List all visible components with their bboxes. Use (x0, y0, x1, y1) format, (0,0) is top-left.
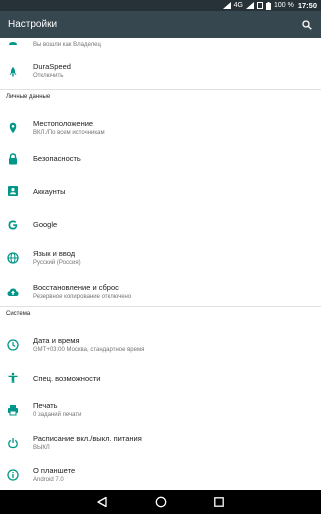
settings-item-security-title: Безопасность (33, 154, 81, 163)
rocket-icon (6, 65, 20, 79)
settings-item-accessibility[interactable]: Спец. возможности (0, 363, 321, 395)
settings-item-language-subtitle: Русский (Россия) (33, 260, 81, 266)
section-header-system: Система (6, 311, 31, 317)
accessibility-icon (6, 371, 20, 385)
settings-item-about-title: О планшете (33, 466, 76, 475)
navigation-bar (0, 490, 321, 514)
settings-item-backup-subtitle: Резервное копирование отключено (33, 294, 132, 300)
settings-item-users[interactable]: Вы вошли как Владелец (0, 38, 321, 53)
google-icon (6, 218, 20, 232)
settings-item-printing[interactable]: Печать 0 заданий печати (0, 394, 321, 426)
settings-item-location-title: Местоположение (33, 119, 94, 128)
settings-item-power-schedule-subtitle: ВЫКЛ (33, 445, 50, 451)
network-type: 4G (233, 2, 243, 9)
settings-item-datetime-subtitle: GMT+03:00 Москва, стандартное время (33, 347, 145, 353)
search-icon[interactable] (301, 19, 313, 31)
settings-item-google[interactable]: Google (0, 209, 321, 241)
settings-item-security[interactable]: Безопасность (0, 144, 321, 176)
location-icon (6, 121, 20, 135)
recents-icon[interactable] (212, 495, 226, 509)
printer-icon (6, 403, 20, 417)
account-icon (6, 184, 20, 198)
globe-icon (6, 251, 20, 265)
settings-item-about[interactable]: О планшете Android 7.0 (0, 461, 321, 490)
settings-item-datetime-title: Дата и время (33, 336, 80, 345)
settings-item-duraspeed-subtitle: Отключить (33, 73, 64, 79)
section-divider (0, 306, 321, 307)
user-icon (6, 38, 20, 48)
settings-item-accessibility-title: Спец. возможности (33, 374, 101, 383)
settings-list: Вы вошли как Владелец DuraSpeed Отключит… (0, 38, 321, 490)
settings-item-language[interactable]: Язык и ввод Русский (Россия) (0, 243, 321, 275)
settings-item-power-schedule-title: Расписание вкл./выкл. питания (33, 434, 142, 443)
settings-item-accounts[interactable]: Аккаунты (0, 176, 321, 208)
app-bar: Настройки (0, 11, 321, 38)
power-icon (6, 436, 20, 450)
signal-icon-2 (245, 2, 254, 9)
signal-icon (222, 2, 231, 9)
info-icon (6, 468, 20, 482)
settings-item-location-subtitle: ВКЛ./По всем источникам (33, 130, 105, 136)
settings-item-google-title: Google (33, 220, 58, 229)
settings-item-datetime[interactable]: Дата и время GMT+03:00 Москва, стандартн… (0, 328, 321, 362)
settings-item-power-schedule[interactable]: Расписание вкл./выкл. питания ВЫКЛ (0, 428, 321, 460)
settings-item-users-subtitle: Вы вошли как Владелец (33, 42, 101, 48)
status-bar: 4G 100 % 17:50 (0, 0, 321, 11)
battery-percent: 100 % (273, 2, 294, 9)
cloud-upload-icon (6, 285, 20, 299)
clock-icon (6, 338, 20, 352)
back-icon[interactable] (95, 495, 109, 509)
settings-item-backup[interactable]: Восстановление и сброс Резервное копиров… (0, 277, 321, 309)
settings-item-backup-title: Восстановление и сброс (33, 283, 119, 292)
lock-icon (6, 152, 20, 166)
section-divider (0, 89, 321, 90)
page-title: Настройки (8, 19, 58, 30)
settings-item-accounts-title: Аккаунты (33, 187, 66, 196)
section-header-personal: Личные данные (6, 94, 51, 100)
settings-item-printing-subtitle: 0 заданий печати (33, 412, 82, 418)
home-icon[interactable] (154, 495, 168, 509)
settings-item-duraspeed-title: DuraSpeed (33, 62, 71, 71)
settings-item-about-subtitle: Android 7.0 (33, 477, 64, 483)
clock-time: 17:50 (297, 1, 317, 10)
sim-icon (256, 2, 263, 9)
settings-item-duraspeed[interactable]: DuraSpeed Отключить (0, 54, 321, 84)
battery-icon (265, 1, 271, 10)
settings-item-language-title: Язык и ввод (33, 249, 76, 258)
settings-item-location[interactable]: Местоположение ВКЛ./По всем источникам (0, 110, 321, 142)
settings-item-printing-title: Печать (33, 401, 58, 410)
